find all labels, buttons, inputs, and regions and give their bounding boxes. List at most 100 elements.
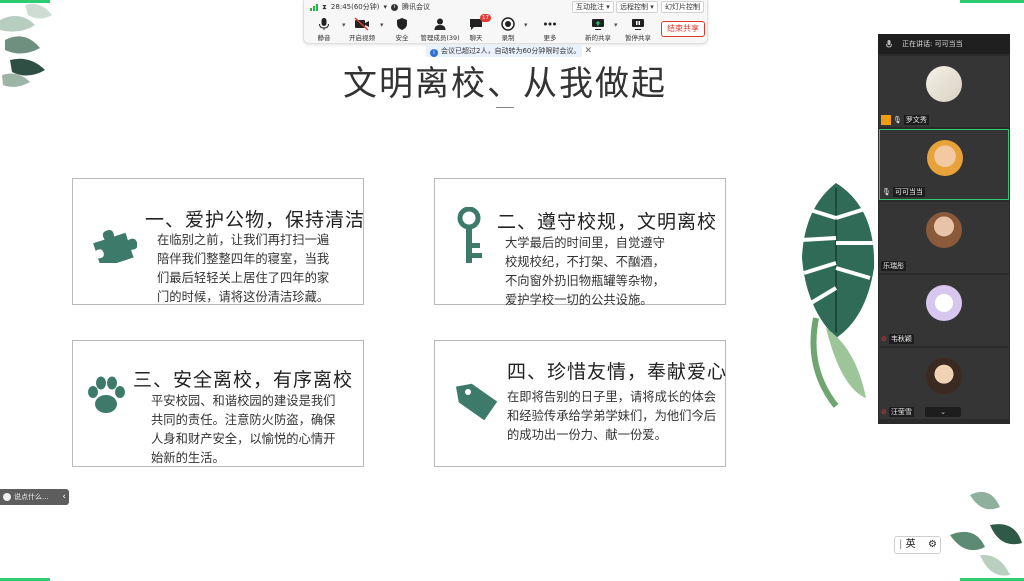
mute-button[interactable]: 静音 xyxy=(304,17,344,43)
ime-divider: | xyxy=(899,539,903,550)
host-icon xyxy=(881,115,891,125)
participant-name-tag: ⊘ 韦秋颖 xyxy=(881,334,914,344)
share-options-chevron[interactable]: ▾ xyxy=(614,21,618,29)
participant-tile[interactable]: ⊘ 韦秋颖 xyxy=(879,275,1009,346)
avatar xyxy=(926,212,962,248)
card-text: 在即将告别的日子里，请将成长的体会和经验传承给学弟学妹们，为他们今后的成功出一份… xyxy=(507,390,717,442)
card-title: 三、安全离校，有序离校 xyxy=(133,369,354,391)
chevron-left-icon[interactable]: ‹ xyxy=(62,489,66,505)
card-text: 平安校园、和谐校园的建设是我们共同的责任。注意防火防盗，确保人身和财产安全，以愉… xyxy=(151,394,336,465)
info-icon: i xyxy=(430,49,438,57)
speaking-indicator: 正在讲话: 可可当当 xyxy=(878,34,1010,54)
avatar xyxy=(927,140,963,176)
tool-label: 暂停共享 xyxy=(625,34,651,42)
screen-share-icon xyxy=(592,19,604,30)
time-limit-notice: i 会议已超过2人，自动转为60分钟限时会议。 ✕ xyxy=(426,45,592,57)
participant-name-tag: 乐瑞彤 xyxy=(881,261,906,271)
participant-name: 罗文秀 xyxy=(903,115,929,125)
start-video-button[interactable]: 开启视频 xyxy=(342,17,382,43)
card-text: 在临别之前，让我们再打扫一遍陪伴我们整整四年的寝室，当我们最后轻轻关上居住了四年… xyxy=(157,233,330,304)
title-underline xyxy=(496,107,514,108)
participant-panel: 正在讲话: 可可当当 🎙 罗文秀 🎙 可可当当 乐瑞彤 ⊘ 韦秋颖 ⊘ 汪莹雪 … xyxy=(878,34,1010,424)
paw-icon xyxy=(88,376,125,413)
card-title: 一、爱护公物，保持清洁 xyxy=(145,209,366,231)
muted-microphone-icon: ⊘ xyxy=(881,335,887,343)
button-label: 互动批注 xyxy=(576,3,604,11)
signal-icon xyxy=(310,3,318,11)
card-title: 四、珍惜友情，奉献爱心 xyxy=(507,361,728,383)
tool-label: 更多 xyxy=(543,34,557,42)
button-label: 远程控制 xyxy=(620,3,648,11)
card-obey-rules: 二、遵守校规，文明离校 大学最后的时间里，自觉遵守校规校纪，不打架、不酗酒，不向… xyxy=(434,178,726,307)
participant-name-tag: 🎙 罗文秀 xyxy=(881,115,929,125)
chat-placeholder: 说点什么... xyxy=(14,493,49,501)
remote-control-button[interactable]: 远程控制 ▾ xyxy=(616,1,658,13)
people-icon xyxy=(434,18,446,30)
participant-name-tag: ⊘ 汪莹雪 xyxy=(881,407,914,417)
puzzle-icon xyxy=(93,230,137,263)
end-share-button[interactable]: 结束共享 xyxy=(661,21,705,37)
shield-icon xyxy=(397,18,407,30)
quick-chat-pill[interactable]: 说点什么... ‹ xyxy=(0,489,69,505)
slideshow-control-button[interactable]: 幻灯片控制 xyxy=(661,1,704,13)
ime-mode[interactable]: 英 xyxy=(906,539,916,550)
more-button[interactable]: 更多 xyxy=(530,17,570,43)
tool-label: 静音 xyxy=(317,34,331,42)
card-protect-property: 一、爱护公物，保持清洁 在临别之前，让我们再打扫一遍陪伴我们整整四年的寝室，当我… xyxy=(72,178,364,305)
leaf-decoration-bottom-right xyxy=(950,491,1022,576)
monstera-leaf-decoration xyxy=(800,183,875,408)
ime-toolbar[interactable]: | 英 ⚙ xyxy=(894,536,941,554)
meeting-name[interactable]: 腾讯会议 xyxy=(402,2,430,12)
tool-label: 录制 xyxy=(501,34,515,42)
chevron-down-icon[interactable]: ▾ xyxy=(383,3,387,11)
close-icon[interactable]: ✕ xyxy=(584,45,592,57)
key-icon xyxy=(457,207,482,263)
interactive-annotation-button[interactable]: 互动批注 ▾ xyxy=(572,1,614,13)
presentation-slide: 文明离校、从我做起 一、爱护公物，保持清洁 在临别之前，让我们再打扫一遍陪伴我们… xyxy=(0,0,1024,581)
corner-accent-top-left xyxy=(0,0,50,3)
participant-tile[interactable]: 乐瑞彤 xyxy=(879,202,1009,273)
card-title: 二、遵守校规，文明离校 xyxy=(497,211,718,233)
chat-smile-icon xyxy=(3,493,11,501)
speaking-text: 正在讲话: 可可当当 xyxy=(902,40,963,48)
video-camera-off-icon xyxy=(354,17,369,31)
meeting-timer[interactable]: 28:45(60分钟) xyxy=(331,2,380,12)
meeting-info-icon[interactable]: i xyxy=(390,3,398,11)
gear-icon[interactable]: ⚙ xyxy=(928,537,937,553)
microphone-icon xyxy=(319,18,329,30)
pause-share-icon xyxy=(632,19,644,30)
pause-share-button[interactable]: 暂停共享 xyxy=(618,17,658,43)
participant-name: 汪莹雪 xyxy=(888,407,914,417)
avatar xyxy=(926,358,962,394)
chevron-down-icon[interactable]: ⌄ xyxy=(925,407,961,417)
card-text: 大学最后的时间里，自觉遵守校规校纪，不打架、不酗酒，不向窗外扔旧物瓶罐等杂物，爱… xyxy=(505,236,665,307)
security-button[interactable]: 安全 xyxy=(382,17,422,43)
button-label: 幻灯片控制 xyxy=(665,3,700,11)
avatar xyxy=(926,285,962,321)
hourglass-icon: ⧗ xyxy=(322,2,327,11)
card-cherish-friendship: 四、珍惜友情，奉献爱心 在即将告别的日子里，请将成长的体会和经验传承给学弟学妹们… xyxy=(434,340,726,467)
tool-label: 新的共享 xyxy=(585,34,611,42)
card-safe-leave: 三、安全离校，有序离校 平安校园、和谐校园的建设是我们共同的责任。注意防火防盗，… xyxy=(72,340,364,467)
meeting-toolbar: ⧗ 28:45(60分钟) ▾ i 腾讯会议 互动批注 ▾ 远程控制 ▾ 幻灯片… xyxy=(303,0,708,44)
tool-label: 开启视频 xyxy=(349,34,375,42)
participant-name: 可可当当 xyxy=(892,187,925,197)
slide-title: 文明离校、从我做起 xyxy=(343,64,667,104)
participant-tile[interactable]: 🎙 罗文秀 xyxy=(879,56,1009,127)
participant-name: 韦秋颖 xyxy=(888,334,914,344)
more-dots-icon xyxy=(544,22,556,26)
microphone-icon xyxy=(886,40,892,48)
tool-label: 安全 xyxy=(395,34,409,42)
record-button[interactable]: 录制 xyxy=(488,17,528,43)
meeting-status: ⧗ 28:45(60分钟) ▾ i 腾讯会议 xyxy=(310,1,434,13)
corner-accent-top-right xyxy=(960,0,1024,3)
muted-microphone-icon: ⊘ xyxy=(881,408,887,416)
avatar xyxy=(926,66,962,102)
participant-tile-active[interactable]: 🎙 可可当当 xyxy=(879,129,1009,200)
participant-name: 乐瑞彤 xyxy=(881,261,906,271)
new-share-button[interactable]: 新的共享 xyxy=(578,17,618,43)
notice-text: 会议已超过2人，自动转为60分钟限时会议。 xyxy=(441,47,581,55)
microphone-icon: 🎙 xyxy=(893,116,902,124)
microphone-icon: 🎙 xyxy=(882,188,891,196)
record-options-chevron[interactable]: ▾ xyxy=(524,21,528,29)
